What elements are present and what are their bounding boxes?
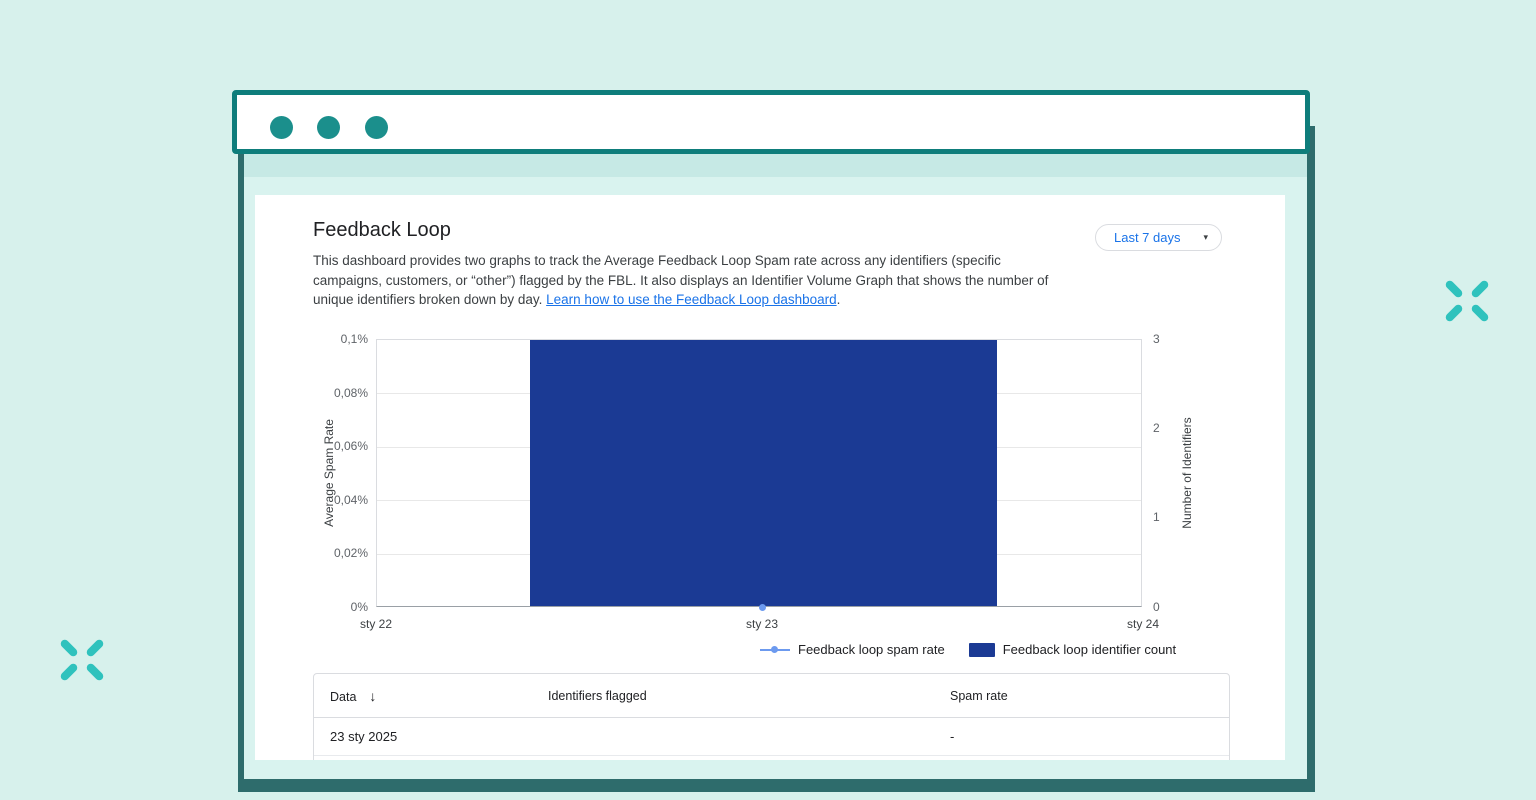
left-axis-tick: 0,06% — [275, 439, 368, 453]
identifier-count-bar — [530, 340, 997, 606]
legend-label: Feedback loop identifier count — [1003, 642, 1176, 657]
window-dot-icon — [365, 116, 388, 139]
x-axis-label: sty 22 — [341, 617, 411, 631]
right-axis-tick: 3 — [1153, 332, 1183, 346]
window-dot-icon — [270, 116, 293, 139]
cell-spam-rate: - — [950, 718, 954, 756]
sparkle-x-icon — [58, 636, 106, 684]
left-axis-title: Average Spam Rate — [322, 393, 338, 553]
chart-plot-area — [376, 339, 1142, 607]
right-axis-tick: 2 — [1153, 421, 1183, 435]
sort-desc-icon: ↓ — [369, 688, 376, 704]
cell-date: 23 sty 2025 — [330, 718, 397, 756]
bar-swatch-icon — [969, 643, 995, 657]
description-period: . — [837, 292, 841, 307]
chevron-down-icon: ▾ — [1203, 232, 1208, 243]
feedback-loop-table: Data↓ Identifiers flagged Spam rate 23 s… — [313, 673, 1230, 760]
right-axis-tick: 0 — [1153, 600, 1183, 614]
column-header-identifiers-flagged: Identifiers flagged — [548, 674, 647, 718]
learn-how-link[interactable]: Learn how to use the Feedback Loop dashb… — [546, 292, 836, 307]
legend-item-spam-rate: Feedback loop spam rate — [760, 642, 945, 657]
browser-titlebar — [232, 90, 1310, 154]
dashboard-description: This dashboard provides two graphs to tr… — [313, 251, 1063, 310]
table-row: 23 sty 2025 - — [314, 718, 1229, 756]
left-axis-tick: 0,04% — [275, 493, 368, 507]
left-axis-tick: 0,08% — [275, 386, 368, 400]
sparkle-x-icon — [1443, 277, 1491, 325]
x-axis-label: sty 24 — [1108, 617, 1178, 631]
browser-toolbar-band — [244, 154, 1307, 177]
page-title: Feedback Loop — [313, 219, 451, 242]
left-axis-tick: 0,1% — [275, 332, 368, 346]
line-marker-icon — [760, 646, 790, 654]
date-range-value: Last 7 days — [1114, 230, 1181, 245]
left-axis-tick: 0% — [275, 600, 368, 614]
window-dot-icon — [317, 116, 340, 139]
date-range-dropdown[interactable]: Last 7 days ▾ — [1095, 224, 1222, 251]
column-header-spam-rate: Spam rate — [950, 674, 1008, 718]
spam-rate-point — [759, 604, 766, 611]
right-axis-title: Number of Identifiers — [1180, 393, 1196, 553]
feedback-loop-card: Feedback Loop This dashboard provides tw… — [255, 195, 1285, 760]
left-axis-tick: 0,02% — [275, 546, 368, 560]
chart-legend: Feedback loop spam rate Feedback loop id… — [760, 642, 1176, 657]
table-header-row: Data↓ Identifiers flagged Spam rate — [314, 674, 1229, 718]
legend-item-identifier-count: Feedback loop identifier count — [969, 642, 1176, 657]
legend-label: Feedback loop spam rate — [798, 642, 945, 657]
right-axis-tick: 1 — [1153, 510, 1183, 524]
column-header-data[interactable]: Data↓ — [330, 674, 376, 718]
x-axis-label: sty 23 — [727, 617, 797, 631]
